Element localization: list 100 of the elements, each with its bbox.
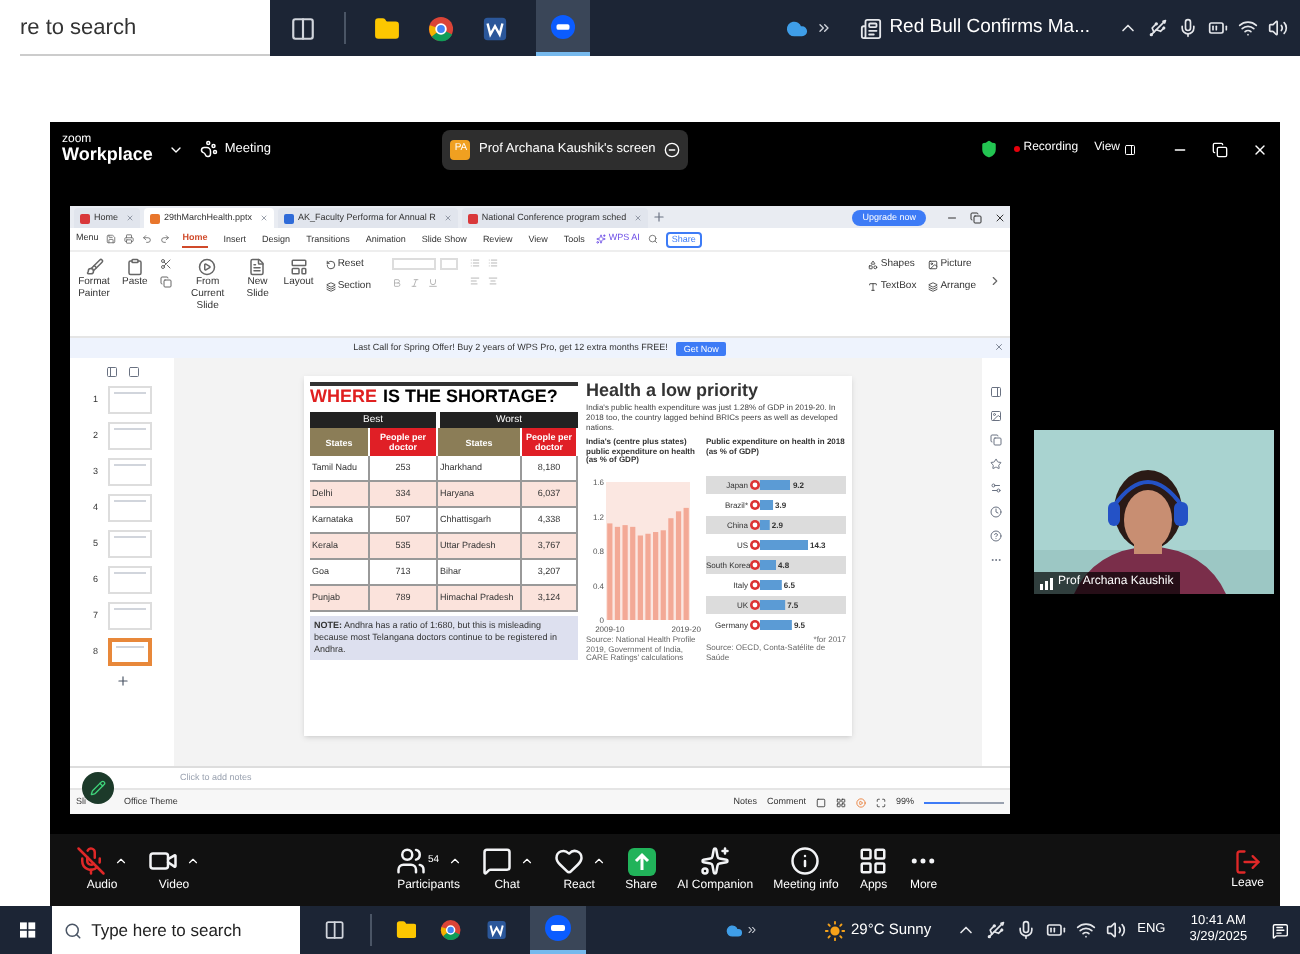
sparkle-icon [700,846,731,876]
close-icon[interactable] [994,212,1006,224]
task-view-icon[interactable] [289,15,316,41]
restore-icon[interactable] [1212,141,1228,157]
help-icon[interactable] [990,530,1002,542]
panel-icon [1124,143,1136,155]
battery-icon[interactable] [1045,920,1066,940]
save-icon[interactable] [106,234,117,244]
brush-icon [85,258,103,276]
exit-icon [1233,847,1262,875]
document-icon [248,258,267,276]
caret-icon[interactable] [519,854,534,868]
notification-icon[interactable] [1271,919,1288,941]
redo-icon[interactable] [160,234,171,244]
device-icon[interactable] [985,920,1006,940]
slide-thumbnail[interactable] [107,638,151,666]
font-size-field[interactable] [439,258,457,270]
reset-icon [325,260,336,271]
bar [760,520,770,530]
meeting-app-taskbar-button[interactable] [530,906,587,954]
bar [760,480,791,490]
browser-icon[interactable] [440,916,462,944]
bar [760,600,786,610]
play-icon [198,258,217,276]
slides-view-icon[interactable] [127,366,139,378]
cut-icon[interactable] [159,258,172,270]
bar [760,500,774,510]
volume-icon[interactable] [1268,18,1288,38]
newspaper-icon [859,17,882,39]
start-icon[interactable] [20,920,36,940]
copy-icon[interactable] [159,276,172,288]
task-view-icon[interactable] [324,916,346,944]
shield-icon [979,140,998,158]
caret-icon[interactable] [591,854,606,868]
layout-icon [289,258,308,276]
document-app-icon[interactable] [481,15,508,41]
panel-icon[interactable] [990,386,1002,398]
document-app-icon[interactable] [485,916,507,944]
slide-title: IS THE SHORTAGE? [383,388,558,406]
battery-icon[interactable] [1208,18,1228,38]
caret-icon[interactable] [114,854,128,868]
info-icon [790,846,821,876]
meeting-app-taskbar-button[interactable] [535,0,590,56]
shapes-icon [868,260,879,271]
clipboard-icon [125,258,144,276]
volume-icon[interactable] [1105,920,1126,940]
video-camera-icon [148,846,178,876]
chart-heading: Health a low priority [586,382,761,400]
font-name-field[interactable] [391,258,435,270]
overflow-icon[interactable] [815,20,832,36]
microphone-icon[interactable] [1178,18,1198,38]
stop-share-icon[interactable] [663,141,680,157]
text-icon [868,281,879,292]
add-slide-icon[interactable] [115,674,129,688]
bar [760,540,808,550]
star-icon[interactable] [990,458,1002,470]
signal-bars-icon [1040,577,1054,589]
folder-icon[interactable] [395,916,417,944]
fit-icon[interactable] [875,797,886,807]
bar [760,620,792,630]
device-icon[interactable] [1148,18,1168,38]
copy-icon[interactable] [990,434,1002,446]
bar [760,580,782,590]
undo-icon[interactable] [142,234,153,244]
layers-icon [325,281,336,292]
people-icon [396,846,426,876]
print-icon[interactable] [124,234,135,244]
cloud-icon[interactable] [726,919,743,941]
search-field[interactable]: Type here to search [51,906,301,954]
picture-icon[interactable] [990,410,1002,422]
wifi-icon[interactable] [1075,920,1096,940]
pencil-icon [90,780,106,796]
cloud-icon[interactable] [785,17,808,39]
sorter-view-icon[interactable] [835,797,846,807]
layers-icon [928,281,939,292]
wifi-icon[interactable] [1238,18,1258,38]
browser-icon[interactable] [427,15,454,41]
search-icon[interactable] [647,234,658,244]
news-widget[interactable]: Red Bull Confirms Ma... [859,13,1090,43]
ribbon-scroll-icon[interactable] [988,274,1002,288]
sliders-icon[interactable] [990,482,1002,494]
image-icon [928,260,939,271]
brand-name: Workplace [62,146,153,164]
folder-icon[interactable] [373,15,400,41]
bar [760,560,777,570]
overflow-icon[interactable] [746,922,759,938]
normal-view-icon[interactable] [815,797,826,807]
caret-icon[interactable] [186,854,200,868]
caret-icon[interactable] [447,854,462,868]
sparkle-icon [596,234,607,244]
paw-icon [200,140,219,158]
sun-icon [823,919,845,941]
search-icon [63,921,82,939]
microphone-icon[interactable] [1015,920,1036,940]
heart-icon [553,846,584,876]
clock-icon[interactable] [990,506,1002,518]
pen-button[interactable] [82,772,114,804]
outline-icon[interactable] [105,366,117,378]
chat-icon [481,846,512,876]
slide-title-highlight: WHERE [310,388,377,406]
